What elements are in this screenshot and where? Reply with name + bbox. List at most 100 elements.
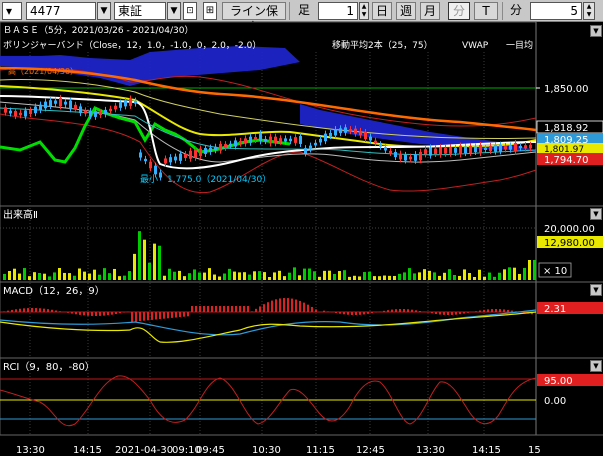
- macd-hist-bar: [151, 312, 153, 320]
- macd-panel-menu-icon[interactable]: ▼: [590, 284, 602, 296]
- volume-bar: [458, 275, 461, 280]
- candle-body: [354, 128, 357, 134]
- candle-body: [174, 156, 177, 161]
- candle-body: [509, 145, 512, 150]
- macd-hist-bar: [111, 312, 113, 315]
- period-month-button[interactable]: 月: [420, 2, 440, 20]
- volume-bar: [303, 268, 306, 280]
- volume-bar: [253, 271, 256, 280]
- macd-hist-bar: [507, 309, 509, 312]
- rci-panel-title: RCI（9，80，-80）: [3, 361, 95, 373]
- macd-hist-bar: [283, 298, 285, 312]
- macd-hist-bar: [159, 312, 161, 320]
- bar-count-stepper[interactable]: ▲ ▼: [359, 2, 369, 20]
- volume-scale-max: 20,000.00: [544, 224, 595, 235]
- candle-body: [449, 147, 452, 154]
- candle-body: [209, 147, 212, 152]
- candle-body: [99, 111, 102, 116]
- chart-area[interactable]: 最小 1,775.0（2021/04/30） 高（2021/04/30） ＢＡＳ…: [0, 21, 603, 456]
- volume-bar: [28, 276, 31, 280]
- candle-body: [434, 148, 437, 155]
- time-label: 11:15: [306, 445, 335, 456]
- macd-hist-bar: [307, 304, 309, 312]
- minute-value-stepper[interactable]: ▲ ▼: [583, 2, 595, 20]
- candle-body: [84, 110, 87, 114]
- volume-last-value: 12,980.00: [544, 238, 595, 249]
- volume-bar: [268, 276, 271, 280]
- macd-hist-bar: [459, 312, 461, 315]
- market-select[interactable]: 東証: [114, 2, 166, 20]
- macd-hist-bar: [359, 312, 361, 315]
- candle-body: [104, 109, 107, 115]
- volume-bar: [493, 276, 496, 280]
- macd-hist-bar: [163, 312, 165, 319]
- volume-bar: [273, 272, 276, 280]
- period-week-button[interactable]: 週: [396, 2, 416, 20]
- macd-hist-bar: [363, 312, 365, 315]
- save-line-button[interactable]: ライン保存: [222, 2, 286, 34]
- macd-hist-bar: [203, 306, 205, 312]
- macd-hist-bar: [251, 311, 253, 312]
- volume-bar: [363, 272, 366, 280]
- volume-bar: [58, 267, 61, 280]
- macd-hist-bar: [19, 308, 21, 312]
- macd-hist-bar: [367, 312, 369, 314]
- volume-bar: [3, 273, 6, 280]
- volume-bar: [338, 271, 341, 280]
- volume-bar: [318, 276, 321, 280]
- period-tick-button[interactable]: T: [474, 2, 498, 20]
- volume-bar: [168, 268, 171, 280]
- period-minute-button[interactable]: 分: [448, 2, 470, 20]
- macd-hist-bar: [399, 309, 401, 312]
- macd-hist-bar: [51, 309, 53, 312]
- time-label: 14:15: [472, 445, 501, 456]
- volume-bar: [483, 276, 486, 280]
- candle-body: [464, 146, 467, 154]
- macd-hist-bar: [343, 312, 345, 315]
- volume-bar: [18, 273, 21, 280]
- macd-hist-bar: [503, 309, 505, 312]
- price-label-1818: 1,818.92: [544, 123, 589, 134]
- symbol-dropdown-icon[interactable]: ▼: [97, 2, 111, 20]
- minute-value-input[interactable]: 5: [530, 2, 582, 20]
- period-day-button[interactable]: 日: [372, 2, 392, 20]
- candle-body: [239, 140, 242, 144]
- candle-body: [419, 151, 422, 161]
- bar-count-input[interactable]: 1: [318, 2, 358, 20]
- time-label: 09:45: [196, 445, 225, 456]
- symbol-code-input[interactable]: 4477: [26, 2, 96, 20]
- market-dropdown-icon[interactable]: ▼: [167, 2, 181, 20]
- time-label: 14:15: [73, 445, 102, 456]
- candle-body: [319, 138, 322, 143]
- volume-bar: [373, 276, 376, 280]
- volume-bar: [388, 275, 391, 280]
- max-price-note: 高（2021/04/30）: [8, 66, 78, 76]
- volume-bar: [233, 271, 236, 280]
- volume-bar: [323, 270, 326, 280]
- rci-panel-menu-icon[interactable]: ▼: [590, 360, 602, 372]
- candle-body: [184, 154, 187, 158]
- macd-hist-bar: [135, 312, 137, 322]
- macd-hist-bar: [295, 299, 297, 312]
- macd-hist-bar: [419, 310, 421, 312]
- main-panel-menu-icon[interactable]: ▼: [590, 25, 602, 37]
- volume-bar: [153, 243, 156, 280]
- macd-hist-bar: [451, 312, 453, 315]
- candle-body: [514, 142, 517, 152]
- volume-bar: [513, 267, 516, 280]
- macd-hist-bar: [247, 306, 249, 312]
- refresh-icon[interactable]: ⊡: [183, 2, 197, 20]
- candle-body: [309, 145, 312, 150]
- price-label-1794: 1,794.70: [544, 155, 589, 166]
- settings-icon[interactable]: ⊞: [203, 2, 217, 20]
- candle-body: [14, 110, 17, 117]
- candle-body: [489, 145, 492, 152]
- volume-bar: [163, 275, 166, 280]
- volume-bar: [533, 260, 536, 280]
- candle-body: [429, 147, 432, 156]
- candle-body: [504, 146, 507, 150]
- volume-panel-menu-icon[interactable]: ▼: [590, 208, 602, 220]
- chart-menu-icon[interactable]: ▾: [2, 2, 22, 20]
- candle-body: [334, 129, 337, 136]
- candle-body: [404, 154, 407, 161]
